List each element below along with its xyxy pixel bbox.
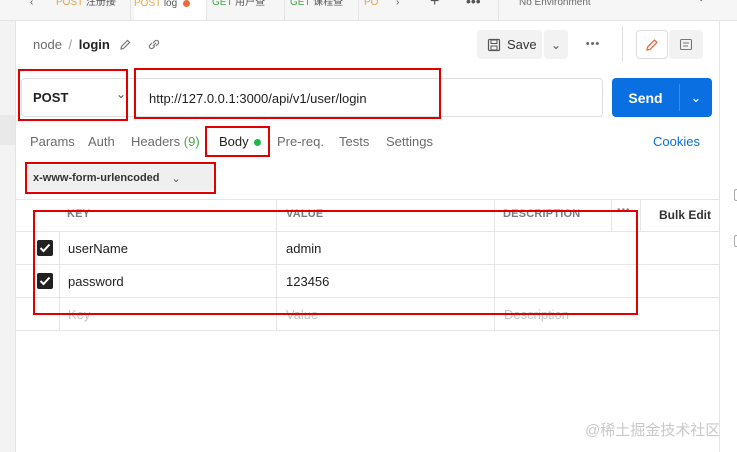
request-tab-4[interactable]: GET 课程查 bbox=[290, 0, 359, 20]
new-tab-plus-icon[interactable]: + bbox=[430, 0, 439, 20]
request-tab-strip: ‹ POST 注册接 POST log GET 用户查 GET 课程查 PO ›… bbox=[0, 0, 737, 21]
tab-headers-label: Headers bbox=[131, 134, 181, 149]
save-disk-icon bbox=[487, 38, 501, 51]
annotation-box-url bbox=[134, 68, 441, 119]
tab-method: POST bbox=[56, 0, 84, 8]
link-icon[interactable] bbox=[147, 38, 161, 51]
annotation-box-body-type bbox=[25, 162, 216, 194]
tab-label: 注册接 bbox=[85, 0, 116, 8]
toolbar-divider bbox=[622, 26, 623, 62]
chevron-down-icon: ⌄ bbox=[697, 0, 705, 4]
pencil-icon bbox=[646, 38, 658, 51]
tab-method: GET bbox=[290, 0, 311, 8]
breadcrumb-separator: / bbox=[68, 37, 73, 52]
save-button[interactable]: Save bbox=[477, 30, 542, 59]
sidebar-active-marker bbox=[0, 115, 15, 145]
tab-tests[interactable]: Tests bbox=[339, 134, 369, 149]
tab-method: POST bbox=[134, 0, 162, 10]
chevron-down-icon: ⌄ bbox=[550, 37, 562, 52]
tab-label: log bbox=[163, 0, 178, 10]
table-bottom-border bbox=[15, 330, 719, 331]
tab-scroll-right-icon[interactable]: › bbox=[396, 0, 399, 20]
breadcrumb-current[interactable]: login bbox=[79, 37, 110, 52]
documentation-button[interactable] bbox=[669, 30, 703, 59]
comment-doc-icon bbox=[679, 38, 693, 51]
request-tab-2[interactable]: POST log bbox=[134, 0, 207, 20]
bulk-edit-button[interactable]: Bulk Edit bbox=[659, 208, 711, 222]
send-button[interactable]: Send bbox=[612, 78, 679, 117]
unsaved-dot-icon bbox=[182, 0, 190, 7]
edit-mode-button[interactable] bbox=[636, 30, 668, 59]
table-col-divider bbox=[640, 199, 641, 231]
right-context-bar bbox=[719, 21, 737, 452]
tab-pre-request[interactable]: Pre-req. bbox=[277, 134, 324, 149]
breadcrumb: node / login bbox=[33, 37, 110, 52]
tab-params[interactable]: Params bbox=[30, 134, 75, 149]
request-tab-1[interactable]: POST 注册接 bbox=[56, 0, 131, 20]
headers-count-badge: (9) bbox=[183, 134, 200, 149]
cookies-link[interactable]: Cookies bbox=[653, 134, 700, 149]
environment-label: No Environment bbox=[519, 0, 591, 8]
annotation-box-method bbox=[18, 69, 128, 121]
table-top-border bbox=[15, 199, 719, 200]
edit-pencil-icon[interactable] bbox=[119, 38, 132, 51]
annotation-box-body-tab bbox=[205, 126, 270, 157]
save-label: Save bbox=[507, 37, 537, 52]
watermark: @稀土掘金技术社区 bbox=[585, 422, 721, 439]
tab-label: 用户查 bbox=[235, 0, 266, 8]
sidebar-collapsed bbox=[0, 21, 16, 452]
tab-scroll-left-icon[interactable]: ‹ bbox=[30, 0, 33, 20]
annotation-box-params-table bbox=[33, 210, 638, 315]
tab-auth[interactable]: Auth bbox=[88, 134, 115, 149]
more-options-icon[interactable]: ••• bbox=[580, 34, 606, 54]
tab-method: PO bbox=[364, 0, 379, 8]
breadcrumb-parent[interactable]: node bbox=[33, 37, 62, 52]
save-options-dropdown[interactable]: ⌄ bbox=[544, 30, 568, 59]
send-options-chevron-icon[interactable]: ⌄ bbox=[680, 78, 712, 117]
tab-settings[interactable]: Settings bbox=[386, 134, 433, 149]
request-tab-3[interactable]: GET 用户查 bbox=[212, 0, 285, 20]
tab-options-more-icon[interactable]: ••• bbox=[466, 0, 481, 20]
tab-method: GET bbox=[212, 0, 233, 8]
tab-label: 课程查 bbox=[313, 0, 344, 8]
request-tab-5[interactable]: PO bbox=[364, 0, 384, 20]
tab-headers[interactable]: Headers (9) bbox=[131, 134, 200, 149]
send-button-group: Send ⌄ bbox=[612, 78, 712, 117]
environment-selector[interactable]: No Environment ⌄ bbox=[498, 0, 720, 20]
